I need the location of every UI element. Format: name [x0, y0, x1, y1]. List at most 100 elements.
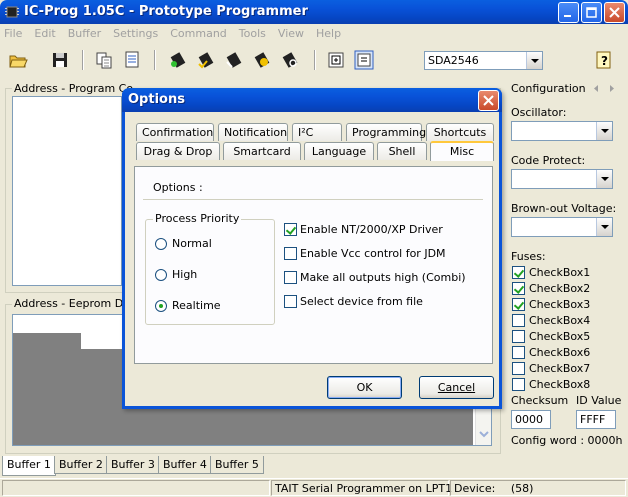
open-folder-icon[interactable]	[8, 50, 28, 70]
device-from-file-label: Select device from file	[300, 295, 423, 308]
tab-buffer-3[interactable]: Buffer 3	[106, 456, 160, 474]
fuse-checkbox-7[interactable]	[512, 362, 525, 375]
menu-command[interactable]: Command	[170, 27, 227, 40]
fuse-checkbox-4[interactable]	[512, 314, 525, 327]
menu-bar: File Edit Buffer Settings Command Tools …	[0, 24, 628, 43]
device-select[interactable]: SDA2546	[424, 51, 543, 70]
program-code-label: Address - Program Co	[12, 82, 136, 95]
dialog-close-button[interactable]	[478, 90, 499, 111]
ok-button[interactable]: OK	[327, 376, 402, 399]
nt-driver-checkbox[interactable]	[284, 223, 297, 236]
scroll-down-icon[interactable]	[479, 429, 489, 439]
cancel-button[interactable]: Cancel	[419, 376, 494, 399]
tab-i2c[interactable]: I²C	[292, 123, 342, 141]
code-protect-select[interactable]	[511, 169, 613, 189]
menu-buffer[interactable]: Buffer	[68, 27, 101, 40]
minimize-button[interactable]	[558, 2, 579, 23]
chevron-down-icon[interactable]	[596, 218, 612, 236]
vcc-jdm-checkbox[interactable]	[284, 247, 297, 260]
dialog-title: Options	[128, 92, 185, 107]
id-value-field[interactable]: FFFF	[576, 410, 616, 429]
fuse-checkbox-5[interactable]	[512, 330, 525, 343]
close-icon	[483, 95, 494, 106]
options-divider	[143, 199, 483, 200]
priority-realtime-radio[interactable]	[155, 300, 167, 312]
checksum-label: Checksum	[511, 394, 569, 407]
tab-drag-drop[interactable]: Drag & Drop	[136, 142, 220, 160]
priority-high-radio[interactable]	[155, 269, 167, 281]
priority-group-label: Process Priority	[153, 212, 242, 225]
chevron-down-icon[interactable]	[526, 52, 542, 69]
fuse-checkbox-2[interactable]	[512, 282, 525, 295]
read-chip-icon[interactable]	[168, 50, 188, 70]
menu-help[interactable]: Help	[316, 27, 341, 40]
tab-buffer-4[interactable]: Buffer 4	[158, 456, 212, 474]
fuse-checkbox-label: CheckBox4	[529, 314, 591, 327]
tab-notification[interactable]: Notification	[218, 123, 288, 141]
menu-tools[interactable]: Tools	[239, 27, 266, 40]
menu-file[interactable]: File	[4, 27, 22, 40]
close-button[interactable]	[604, 2, 625, 23]
tab-misc[interactable]: Misc	[430, 141, 494, 161]
chip-icon	[5, 6, 19, 18]
brownout-select[interactable]	[511, 217, 613, 237]
menu-edit[interactable]: Edit	[34, 27, 55, 40]
chevron-down-icon[interactable]	[596, 170, 612, 188]
checksum-field[interactable]: 0000	[511, 410, 551, 429]
vcc-jdm-label: Enable Vcc control for JDM	[300, 247, 446, 260]
window-title: IC-Prog 1.05C - Prototype Programmer	[24, 4, 308, 19]
blank-check-icon[interactable]	[280, 50, 300, 70]
chevron-down-icon[interactable]	[596, 122, 612, 140]
app-window: IC-Prog 1.05C - Prototype Programmer Fil…	[0, 0, 628, 497]
erase-chip-icon[interactable]	[224, 50, 244, 70]
tab-confirmation[interactable]: Confirmation	[136, 123, 214, 141]
fuse-checkbox-label: CheckBox8	[529, 378, 591, 391]
svg-text:?: ?	[601, 54, 608, 68]
options-dialog: Options Confirmation Notification I²C Pr…	[122, 88, 502, 409]
tab-buffer-1[interactable]: Buffer 1	[2, 456, 56, 476]
fuse-checkbox-3[interactable]	[512, 298, 525, 311]
id-value-label: ID Value	[576, 394, 622, 407]
program-chip-icon[interactable]	[196, 50, 216, 70]
tab-buffer-2[interactable]: Buffer 2	[54, 456, 108, 474]
tab-shell[interactable]: Shell	[377, 142, 427, 160]
device-from-file-checkbox[interactable]	[284, 295, 297, 308]
outputs-high-checkbox[interactable]	[284, 271, 297, 284]
fuse-checkbox-label: CheckBox2	[529, 282, 591, 295]
chevron-left-icon[interactable]	[592, 84, 600, 93]
priority-normal-radio[interactable]	[155, 238, 167, 250]
tab-shortcuts[interactable]: Shortcuts	[426, 123, 494, 141]
view-assembler-icon[interactable]	[326, 50, 346, 70]
oscillator-select[interactable]	[511, 121, 613, 141]
help-icon[interactable]: ?	[594, 50, 614, 70]
config-word: Config word : 0000h	[511, 434, 623, 447]
chevron-right-icon[interactable]	[608, 84, 616, 93]
status-device-label: Device:	[454, 482, 496, 495]
fuse-checkbox-6[interactable]	[512, 346, 525, 359]
status-programmer: TAIT Serial Programmer on LPT1	[271, 480, 452, 496]
verify-chip-icon[interactable]	[252, 50, 272, 70]
toolbar-separator	[82, 50, 84, 70]
fuse-checkbox-label: CheckBox7	[529, 362, 591, 375]
close-icon	[609, 7, 620, 18]
tab-smartcard[interactable]: Smartcard	[223, 142, 301, 160]
tab-language[interactable]: Language	[304, 142, 374, 160]
program-code-view[interactable]	[12, 96, 122, 286]
fuses-label: Fuses:	[511, 250, 546, 263]
copy-icon[interactable]	[94, 50, 114, 70]
tab-programming[interactable]: Programming	[346, 123, 426, 141]
view-hex-icon[interactable]	[354, 50, 374, 70]
menu-settings[interactable]: Settings	[113, 27, 158, 40]
tab-buffer-5[interactable]: Buffer 5	[210, 456, 264, 474]
menu-view[interactable]: View	[278, 27, 304, 40]
save-icon[interactable]	[50, 50, 70, 70]
priority-high-label: High	[172, 268, 198, 281]
document-icon[interactable]	[122, 50, 142, 70]
outputs-high-label: Make all outputs high (Combi)	[300, 271, 466, 284]
fuse-checkbox-8[interactable]	[512, 378, 525, 391]
config-title: Configuration	[511, 82, 586, 95]
fuse-checkbox-1[interactable]	[512, 266, 525, 279]
fuse-checkbox-label: CheckBox6	[529, 346, 591, 359]
maximize-button[interactable]	[581, 2, 602, 23]
status-cell-empty	[2, 480, 270, 496]
